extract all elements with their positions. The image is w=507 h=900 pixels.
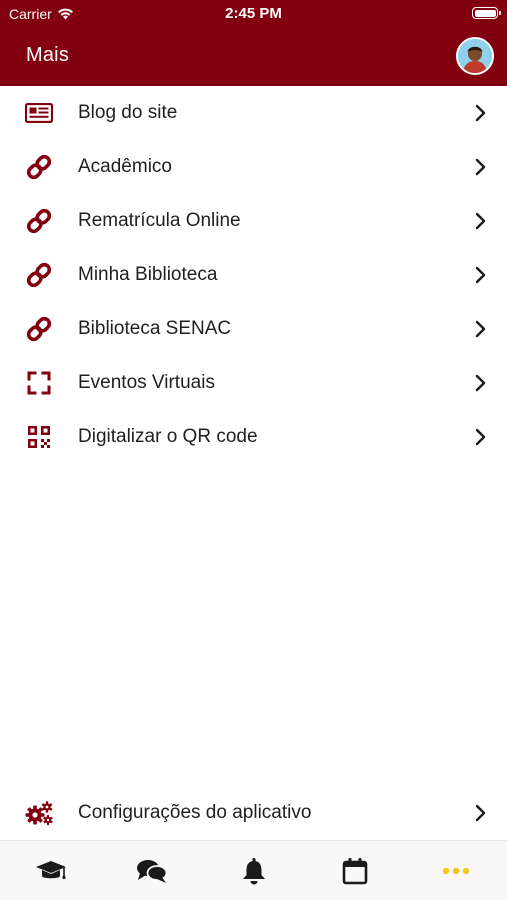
more-dots-icon xyxy=(443,867,470,875)
menu-item-label: Digitalizar o QR code xyxy=(78,426,258,447)
expand-icon xyxy=(24,368,54,398)
chevron-right-icon xyxy=(473,104,487,122)
tab-bar xyxy=(0,840,507,900)
link-icon xyxy=(24,206,54,236)
user-avatar-icon xyxy=(458,39,492,73)
newspaper-icon xyxy=(24,98,54,128)
menu-item-label: Eventos Virtuais xyxy=(78,372,215,393)
battery-icon xyxy=(472,7,501,19)
menu-item-label: Rematrícula Online xyxy=(78,210,241,231)
calendar-icon xyxy=(342,858,368,885)
page-title: Mais xyxy=(26,44,70,66)
avatar[interactable] xyxy=(456,37,494,75)
menu-item-academico[interactable]: Acadêmico xyxy=(0,140,507,194)
tab-courses[interactable] xyxy=(0,841,101,900)
chevron-right-icon xyxy=(473,428,487,446)
tab-calendar[interactable] xyxy=(304,841,405,900)
menu-item-minha-biblioteca[interactable]: Minha Biblioteca xyxy=(0,248,507,302)
tab-messages[interactable] xyxy=(101,841,202,900)
menu-item-eventos-virtuais[interactable]: Eventos Virtuais xyxy=(0,356,507,410)
tab-notifications[interactable] xyxy=(203,841,304,900)
menu-item-qr-code[interactable]: Digitalizar o QR code xyxy=(0,410,507,464)
menu-item-label: Acadêmico xyxy=(78,156,172,177)
status-bar: Carrier 2:45 PM xyxy=(0,0,507,30)
chevron-right-icon xyxy=(473,266,487,284)
chat-bubbles-icon xyxy=(137,860,168,883)
link-icon xyxy=(24,314,54,344)
graduation-cap-icon xyxy=(35,861,66,880)
chevron-right-icon xyxy=(473,212,487,230)
bell-icon xyxy=(242,858,265,885)
chevron-right-icon xyxy=(473,374,487,392)
status-time: 2:45 PM xyxy=(225,5,282,22)
menu-item-label: Blog do site xyxy=(78,102,178,123)
chevron-right-icon xyxy=(473,320,487,338)
app-screen: Carrier 2:45 PM Mais Blog do site Acadêm… xyxy=(0,0,507,900)
gears-icon xyxy=(24,798,54,828)
qr-code-icon xyxy=(24,422,54,452)
menu-item-settings[interactable]: Configurações do aplicativo xyxy=(0,786,507,840)
link-icon xyxy=(24,260,54,290)
chevron-right-icon xyxy=(473,158,487,176)
menu-item-label: Biblioteca SENAC xyxy=(78,318,232,339)
link-icon xyxy=(24,152,54,182)
menu-list: Blog do site Acadêmico Rematrícula Onlin… xyxy=(0,86,507,464)
menu-item-rematricula[interactable]: Rematrícula Online xyxy=(0,194,507,248)
menu-item-biblioteca-senac[interactable]: Biblioteca SENAC xyxy=(0,302,507,356)
menu-item-label: Minha Biblioteca xyxy=(78,264,218,285)
settings-label: Configurações do aplicativo xyxy=(78,802,312,823)
menu-item-blog[interactable]: Blog do site xyxy=(0,86,507,140)
tab-more[interactable] xyxy=(406,841,507,900)
header-bar: Carrier 2:45 PM Mais xyxy=(0,0,507,86)
chevron-right-icon xyxy=(473,804,487,822)
